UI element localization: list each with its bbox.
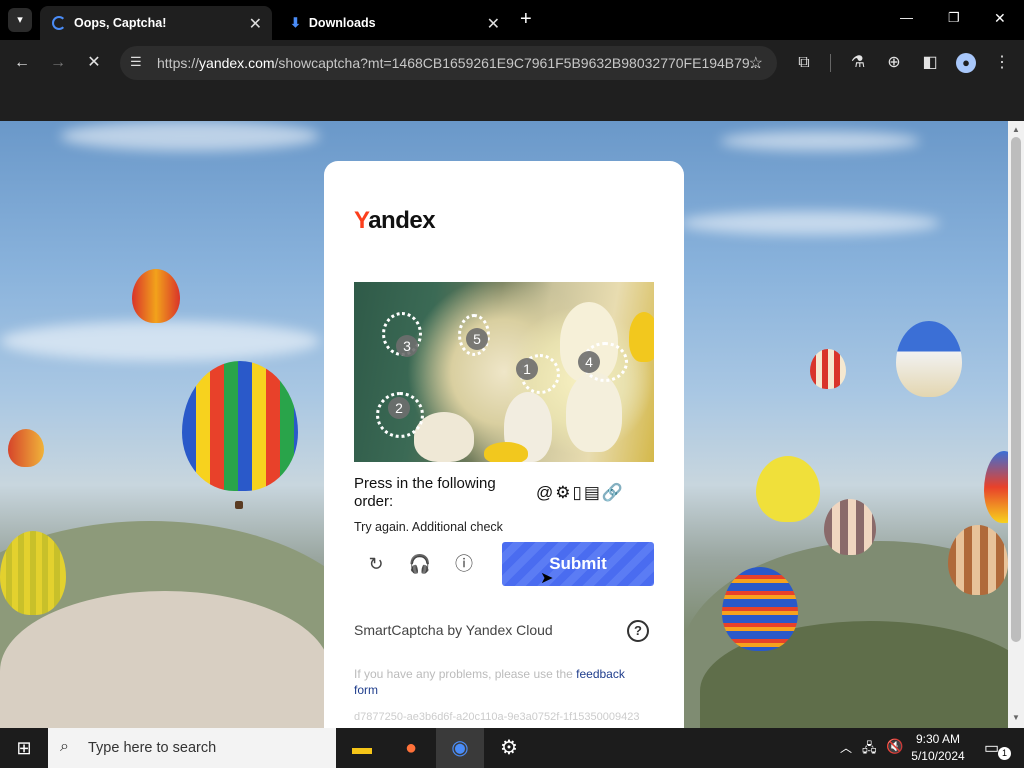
- notifications-icon[interactable]: ▭: [984, 738, 999, 758]
- show-hidden-icons-chevron-icon[interactable]: ︿: [840, 739, 852, 756]
- labs-flask-icon[interactable]: ⚗: [846, 51, 870, 75]
- browser-toolbar: ← → ✕ ☰ https://yandex.com/showcaptcha?m…: [0, 40, 1024, 86]
- hot-air-balloon: [756, 456, 820, 522]
- yandex-logo: Yandex: [354, 207, 436, 235]
- logo-y: Y: [354, 207, 369, 234]
- close-tab-icon[interactable]: ✕: [487, 14, 500, 34]
- menu-kebab-icon[interactable]: ⋮: [990, 51, 1014, 75]
- browser-titlebar: ▾ Oops, Captcha! ✕ ⬇ Downloads ✕ + — ❐ ✕: [0, 0, 1024, 40]
- hot-air-balloon: [948, 525, 1008, 595]
- settings-gear-icon[interactable]: ⚙: [485, 728, 533, 768]
- close-window-button[interactable]: ✕: [994, 10, 1006, 27]
- site-info-icon[interactable]: ☰: [130, 54, 142, 70]
- url-text: https://yandex.com/showcaptcha?mt=1468CB…: [157, 55, 761, 71]
- url-path: /showcaptcha?mt=1468CB1659261E9C7961F5B9…: [274, 55, 762, 71]
- windows-taskbar: ⊞ ⌕ Type here to search ▬ ● ◉ ⚙ ︿ 🖧 🔇 9:…: [0, 728, 1024, 768]
- cloud: [60, 121, 320, 151]
- new-tab-button[interactable]: +: [520, 8, 532, 31]
- restore-button[interactable]: ❐: [948, 10, 960, 26]
- help-icon[interactable]: ?: [627, 620, 649, 642]
- profile-avatar-icon[interactable]: ●: [954, 51, 978, 75]
- search-icon: ⌕: [60, 738, 69, 755]
- hot-air-balloon: [0, 531, 66, 615]
- error-message: Try again. Additional check: [354, 520, 503, 534]
- address-bar[interactable]: ☰ https://yandex.com/showcaptcha?mt=1468…: [120, 46, 777, 80]
- forward-arrow-icon[interactable]: →: [46, 51, 70, 75]
- download-icon: ⬇: [290, 15, 301, 30]
- clock-date: 5/10/2024: [911, 749, 965, 763]
- cloud: [720, 131, 920, 151]
- scroll-down-arrow-icon[interactable]: ▼: [1012, 713, 1020, 722]
- hot-air-balloon: [722, 567, 798, 651]
- mouse-cursor-icon: ➤: [540, 570, 554, 587]
- captcha-instruction: Press in the following order:: [354, 475, 496, 510]
- flower: [484, 442, 528, 462]
- side-panel-icon[interactable]: ◧: [918, 51, 942, 75]
- captcha-card: Yandex 3 5 1 4 2 Press in the following …: [324, 161, 684, 731]
- cloud: [0, 321, 320, 361]
- flower: [629, 312, 654, 362]
- firefox-icon[interactable]: ●: [387, 728, 435, 768]
- tab-search-button[interactable]: ▾: [8, 8, 32, 32]
- search-placeholder: Type here to search: [88, 740, 217, 756]
- hot-air-balloon: [896, 321, 962, 397]
- url-prefix: https://: [157, 55, 200, 71]
- notification-count-badge: 1: [998, 747, 1011, 760]
- flower: [566, 372, 622, 452]
- hot-air-balloon: [8, 429, 44, 467]
- click-marker-3[interactable]: 3: [396, 335, 418, 357]
- order-symbols: @⚙▯▤🔗: [536, 483, 626, 502]
- request-id: d7877250-ae3b6d6f-a20c110a-9e3a0752f-1f1…: [354, 711, 640, 723]
- windows-start-icon[interactable]: ⊞: [0, 728, 48, 768]
- hot-air-balloon: [182, 361, 298, 491]
- tab-title: Downloads: [308, 16, 376, 30]
- chrome-icon[interactable]: ◉: [436, 728, 484, 768]
- url-domain: yandex.com: [199, 55, 275, 71]
- audio-headphones-icon[interactable]: 🎧: [407, 551, 433, 577]
- tab-oops-captcha[interactable]: Oops, Captcha! ✕: [40, 6, 272, 40]
- problems-text: If you have any problems, please use the: [354, 667, 577, 681]
- close-tab-icon[interactable]: ✕: [249, 14, 262, 34]
- taskbar-clock[interactable]: 9:30 AM 5/10/2024: [906, 731, 970, 765]
- cloud: [680, 211, 940, 235]
- info-icon[interactable]: ⓘ: [451, 551, 477, 577]
- problems-note: If you have any problems, please use the…: [354, 666, 644, 698]
- scroll-up-arrow-icon[interactable]: ▲: [1012, 125, 1020, 134]
- smartcaptcha-brand: SmartCaptcha by Yandex Cloud: [354, 622, 553, 638]
- toolbar-divider: [830, 54, 831, 72]
- back-arrow-icon[interactable]: ←: [10, 51, 34, 75]
- clock-time: 9:30 AM: [915, 732, 961, 746]
- hot-air-balloon: [984, 451, 1008, 523]
- logo-rest: andex: [368, 207, 436, 234]
- file-explorer-icon[interactable]: ▬: [338, 728, 386, 768]
- taskbar-search[interactable]: ⌕ Type here to search: [48, 728, 336, 768]
- bookmark-bar: [0, 86, 1024, 121]
- submit-button[interactable]: Submit: [502, 542, 654, 586]
- click-marker-2[interactable]: 2: [388, 397, 410, 419]
- star-bookmark-icon[interactable]: ☆: [749, 53, 763, 73]
- click-marker-5[interactable]: 5: [466, 328, 488, 350]
- captcha-image[interactable]: 3 5 1 4 2: [354, 282, 654, 462]
- hot-air-balloon: [132, 269, 180, 323]
- click-marker-1[interactable]: 1: [516, 358, 538, 380]
- stop-loading-icon[interactable]: ✕: [82, 51, 106, 75]
- network-icon[interactable]: 🖧: [862, 739, 877, 761]
- click-marker-4[interactable]: 4: [578, 351, 600, 373]
- page-scrollbar[interactable]: ▲ ▼: [1008, 121, 1024, 728]
- loading-spinner-icon: [52, 16, 66, 30]
- tab-title: Oops, Captcha!: [74, 16, 167, 30]
- refresh-icon[interactable]: ↻: [363, 551, 389, 577]
- extensions-icon[interactable]: ⧉: [792, 51, 816, 75]
- downloads-icon[interactable]: ⊕: [882, 51, 906, 75]
- hot-air-balloon: [810, 349, 846, 389]
- balloon-basket: [235, 501, 243, 509]
- volume-muted-icon[interactable]: 🔇: [886, 738, 903, 755]
- tab-downloads[interactable]: ⬇ Downloads ✕: [278, 6, 510, 40]
- minimize-button[interactable]: —: [900, 10, 913, 25]
- scrollbar-thumb[interactable]: [1011, 137, 1021, 642]
- hot-air-balloon: [824, 499, 876, 555]
